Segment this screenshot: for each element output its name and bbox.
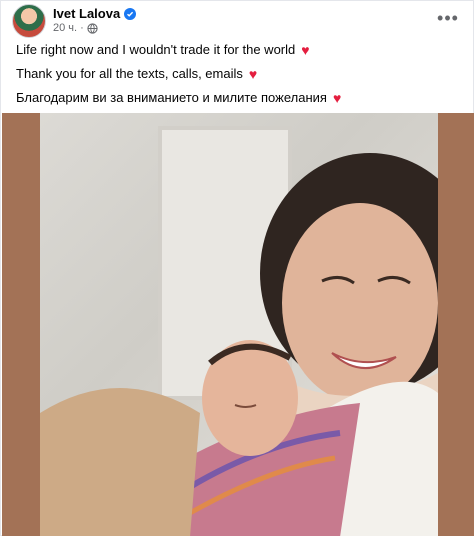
more-options-icon: ••• [437, 7, 459, 28]
avatar[interactable] [12, 4, 46, 38]
post-text-line: Life right now and I wouldn't trade it f… [16, 42, 310, 57]
post-meta: 20 ч. · [53, 22, 98, 34]
more-options-button[interactable]: ••• [437, 7, 459, 28]
post-text: Life right now and I wouldn't trade it f… [16, 42, 296, 57]
facebook-post: Ivet Lalova 20 ч. · ••• Life right now a… [0, 0, 474, 536]
red-heart-icon: ♥ [248, 65, 258, 82]
post-header: Ivet Lalova 20 ч. · ••• [1, 1, 473, 43]
red-heart-icon: ♥ [332, 89, 342, 106]
post-photo-container[interactable] [2, 113, 474, 536]
photo-illustration [40, 126, 438, 536]
post-text: Thank you for all the texts, calls, emai… [16, 66, 243, 81]
globe-icon[interactable] [87, 22, 98, 34]
author-name-link[interactable]: Ivet Lalova [53, 6, 137, 21]
post-text-line: Благодарим ви за вниманието и милите пож… [16, 90, 341, 105]
post-text: Благодарим ви за вниманието и милите пож… [16, 90, 327, 105]
post-text-line: Thank you for all the texts, calls, emai… [16, 66, 257, 81]
red-heart-icon: ♥ [301, 41, 310, 58]
post-photo[interactable] [40, 113, 438, 536]
verified-badge-icon [124, 7, 137, 20]
author-name: Ivet Lalova [53, 6, 121, 21]
separator-dot: · [80, 22, 84, 34]
post-timestamp[interactable]: 20 ч. [53, 22, 77, 34]
